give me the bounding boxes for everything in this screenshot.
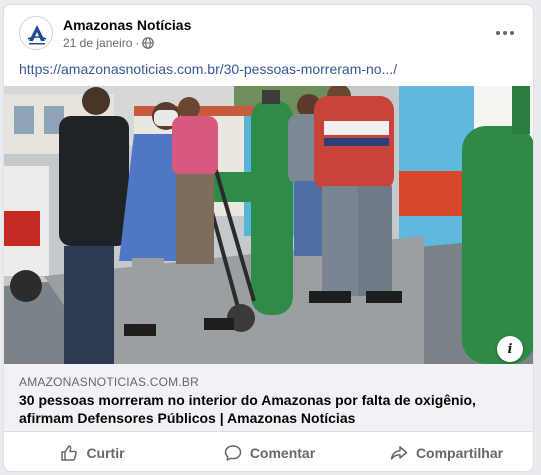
preview-title[interactable]: 30 pessoas morreram no interior do Amazo… [19, 391, 524, 427]
amazonas-noticias-logo-icon [20, 17, 52, 49]
info-button[interactable]: i [497, 336, 523, 362]
like-button[interactable]: Curtir [4, 433, 181, 471]
post-actions-bar: Curtir Comentar Compartilhar [4, 433, 533, 471]
comment-label: Comentar [249, 445, 316, 461]
facebook-post: Amazonas Notícias 21 de janeiro · https:… [3, 4, 534, 472]
more-options-button[interactable] [489, 19, 521, 47]
link-preview[interactable]: AMAZONASNOTICIAS.COM.BR 30 pessoas morre… [4, 364, 533, 432]
more-options-icon [496, 31, 514, 35]
share-label: Compartilhar [415, 445, 504, 461]
oxygen-cylinders-photo [4, 86, 533, 364]
page-name-link[interactable]: Amazonas Notícias [63, 17, 191, 33]
globe-icon [142, 37, 155, 49]
article-photo[interactable]: i [4, 86, 533, 364]
comment-icon [224, 445, 242, 461]
share-icon [390, 446, 408, 460]
comment-button[interactable]: Comentar [181, 433, 358, 471]
post-link-url[interactable]: https://amazonasnoticias.com.br/30-pesso… [19, 61, 397, 77]
page-avatar[interactable] [19, 16, 53, 50]
like-label: Curtir [86, 445, 125, 461]
post-header: Amazonas Notícias 21 de janeiro · [4, 5, 533, 57]
preview-domain: AMAZONASNOTICIAS.COM.BR [19, 375, 199, 389]
meta-separator: · [135, 36, 140, 50]
thumbs-up-icon [61, 445, 78, 461]
post-date[interactable]: 21 de janeiro [63, 36, 132, 50]
share-button[interactable]: Compartilhar [358, 433, 533, 471]
post-meta: 21 de janeiro · [63, 36, 155, 50]
